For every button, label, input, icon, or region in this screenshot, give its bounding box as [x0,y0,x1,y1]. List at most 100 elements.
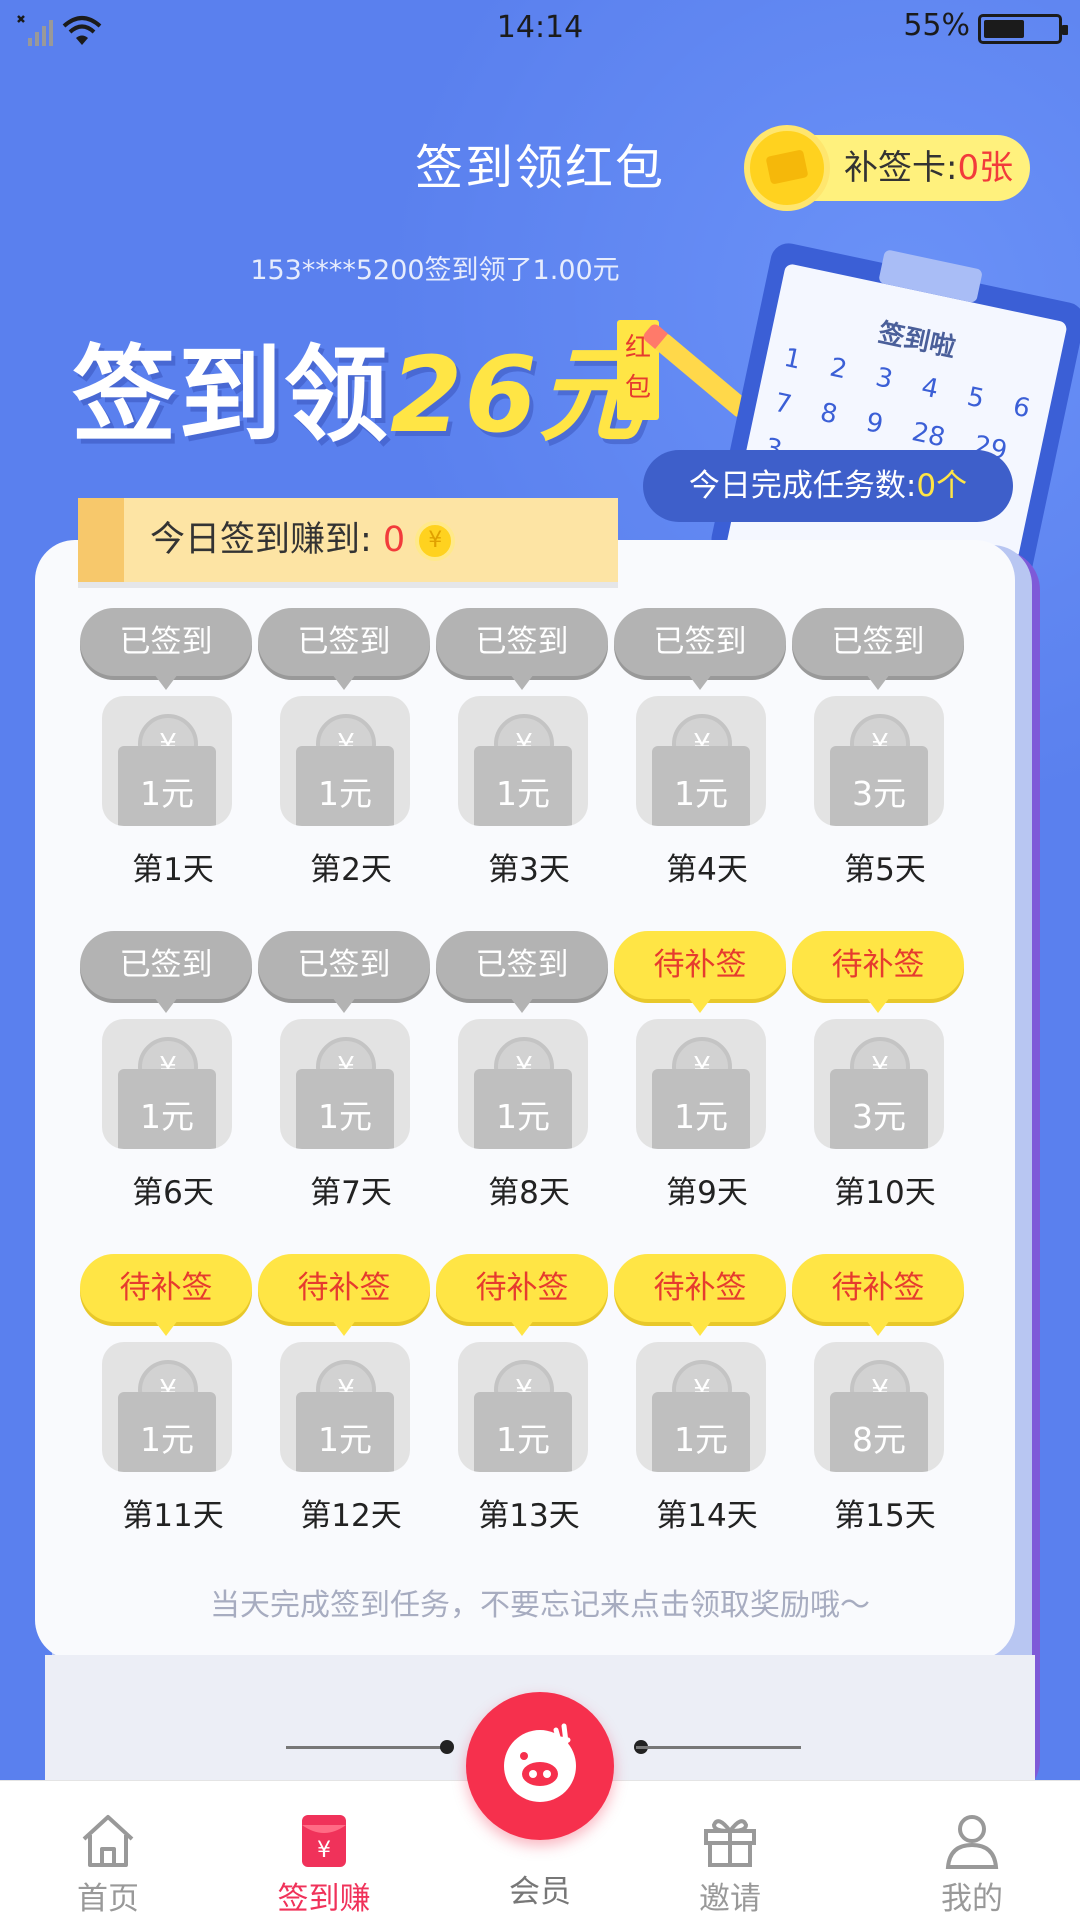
red-packet-box: ¥1元 [636,1019,766,1149]
day-label: 第6天 [132,1175,214,1211]
ticket-coin-icon [744,125,830,211]
day-status-badge[interactable]: 已签到 [80,931,252,1013]
day-label: 第3天 [488,852,570,888]
day-cell[interactable]: 已签到 ¥1元 第3天 [436,608,608,908]
day-label: 第7天 [310,1175,392,1211]
status-bar: 14:14 55% [0,0,1080,56]
day-status-badge[interactable]: 已签到 [258,931,430,1013]
makeup-card-chip[interactable]: 补签卡:0张 [744,125,1030,211]
day-cell[interactable]: 待补签 ¥1元第14天 [614,1254,786,1554]
day-cell[interactable]: 已签到 ¥3元第5天 [792,608,964,908]
day-cell[interactable]: 待补签 ¥1元第9天 [614,931,786,1231]
red-packet-box: ¥1元 [102,1019,232,1149]
day-label: 第11天 [122,1498,224,1534]
day-status-badge[interactable]: 已签到 [436,931,608,1013]
tab-invite[interactable]: 邀请 [630,1781,830,1920]
battery-percent: 55% [903,8,970,43]
task-label: 今日完成任务数: [688,468,917,504]
tab-sign-in-earn[interactable]: ¥ 签到赚 [224,1781,424,1920]
red-packet-box: ¥1元 [280,1019,410,1149]
day-cell[interactable]: 已签到 ¥1元第6天 [80,931,252,1231]
day-cell[interactable]: 待补签 ¥1元 第13天 [436,1254,608,1554]
day-cell[interactable]: 已签到 ¥1元第1天 [80,608,252,908]
day-cell[interactable]: 已签到 ¥1元第4天 [614,608,786,908]
day-status-badge[interactable]: 已签到 [258,608,430,690]
red-packet-box: ¥1元 [636,696,766,826]
day-status-badge[interactable]: 已签到 [614,608,786,690]
battery-icon [978,14,1068,44]
day-amount: 3元 [830,746,928,826]
tab-sign-in-earn-label: 签到赚 [277,1881,371,1917]
day-amount: 1元 [474,1392,572,1472]
red-packet-box: ¥8元 [814,1342,944,1472]
left-divider [286,1746,451,1749]
banner-slogan: 签到领26元 [72,310,645,461]
day-label: 第8天 [488,1175,570,1211]
day-status-badge[interactable]: 待补签 [792,931,964,1013]
reward-tip: 当天完成签到任务，不要忘记来点击领取奖励哦～ [210,1588,870,1623]
makeup-card-label: 补签卡: [844,148,958,188]
red-packet-box: ¥1元 [102,1342,232,1472]
day-amount: 1元 [474,1069,572,1149]
day-cell[interactable]: 已签到 ¥1元 第8天 [436,931,608,1231]
red-packet-box: ¥1元 [636,1342,766,1472]
right-divider [636,1746,801,1749]
earn-value: 0 [382,520,406,560]
day-amount: 1元 [652,1069,750,1149]
earn-label: 今日签到赚到: [150,520,383,560]
slogan-prefix: 签到领 [72,334,391,456]
today-earn-ribbon: 今日签到赚到: 0 ¥ [78,498,618,582]
day-status-badge[interactable]: 待补签 [792,1254,964,1336]
day-amount: 3元 [830,1069,928,1149]
member-button[interactable] [466,1692,614,1840]
red-packet-box: ¥1元 [280,696,410,826]
day-cell[interactable]: 待补签 ¥1元第12天 [258,1254,430,1554]
day-status-badge[interactable]: 待补签 [614,931,786,1013]
day-label: 第4天 [666,852,748,888]
day-status-badge[interactable]: 待补签 [614,1254,786,1336]
tab-home-label: 首页 [77,1881,139,1917]
day-label: 第10天 [834,1175,936,1211]
day-cell[interactable]: 已签到 ¥1元第7天 [258,931,430,1231]
tab-me[interactable]: 我的 [872,1781,1072,1920]
day-label: 第2天 [310,852,392,888]
tab-member-label: 会员 [509,1874,571,1910]
day-cell[interactable]: 待补签 ¥1元第11天 [80,1254,252,1554]
day-label: 第12天 [300,1498,402,1534]
day-status-badge[interactable]: 已签到 [80,608,252,690]
day-row: 已签到 ¥1元 第1天 已签到 ¥1元 第2天 已签到 ¥1元 第3天 已签到 ¥1元 第4天 已签到 ¥… [80,608,970,931]
day-label: 第15天 [834,1498,936,1534]
day-amount: 1元 [118,1069,216,1149]
day-label: 第9天 [666,1175,748,1211]
tab-invite-label: 邀请 [699,1881,761,1917]
day-status-badge[interactable]: 已签到 [436,608,608,690]
day-row: 待补签 ¥1元 第11天 待补签 ¥1元 第12天 待补签 ¥1元 第13天 待补签 ¥1元 第14天… [80,1254,970,1577]
day-cell[interactable]: 已签到 ¥1元第2天 [258,608,430,908]
battery-fill [984,20,1024,38]
slogan-amount: 26元 [390,334,645,456]
svg-text:¥: ¥ [317,1838,331,1863]
sign-in-notice: 153****5200签到领了1.00元 [250,255,620,286]
gift-icon [704,1819,756,1867]
day-status-badge[interactable]: 待补签 [258,1254,430,1336]
coin-icon: ¥ [415,521,456,561]
red-packet-box: ¥3元 [814,696,944,826]
day-cell[interactable]: 待补签 ¥8元第15天 [792,1254,964,1554]
day-label: 第5天 [844,852,926,888]
day-cell[interactable]: 待补签 ¥3元 第10天 [792,931,964,1231]
day-status-badge[interactable]: 已签到 [792,608,964,690]
tab-home[interactable]: 首页 [8,1781,208,1920]
day-amount: 1元 [296,1069,394,1149]
day-amount: 1元 [474,746,572,826]
home-icon [82,1815,134,1867]
day-status-badge[interactable]: 待补签 [80,1254,252,1336]
user-icon [945,1815,999,1869]
day-status-badge[interactable]: 待补签 [436,1254,608,1336]
day-amount: 1元 [118,746,216,826]
red-packet-box: ¥1元 [280,1342,410,1472]
red-packet-box: ¥1元 [458,1342,588,1472]
task-count-pill: 今日完成任务数:0个 [643,450,1013,522]
day-label: 第1天 [132,852,214,888]
day-label: 第14天 [656,1498,758,1534]
red-packet-box: ¥1元 [102,696,232,826]
